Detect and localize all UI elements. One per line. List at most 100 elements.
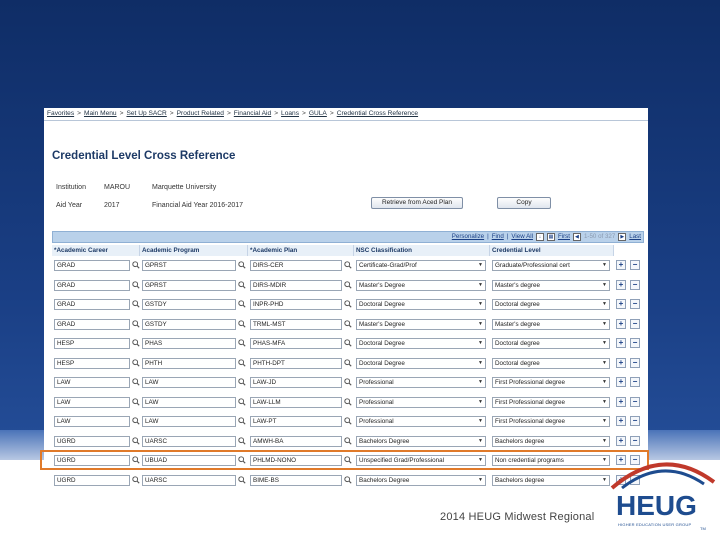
lookup-icon[interactable] [344, 339, 352, 347]
add-row-button[interactable]: + [616, 299, 626, 309]
program-input[interactable]: PHTH [142, 357, 236, 369]
add-row-button[interactable]: + [616, 260, 626, 270]
last-link[interactable]: Last [629, 233, 641, 241]
credential-level-select[interactable]: Master's degree ▼ [492, 279, 610, 291]
career-input[interactable]: GRAD [54, 299, 130, 310]
lookup-icon[interactable] [344, 280, 352, 289]
next-page-icon[interactable]: ▶ [618, 233, 627, 241]
delete-row-button[interactable]: − [630, 260, 640, 270]
program-input[interactable]: LAW [142, 416, 236, 427]
plan-input[interactable]: PHLMD-NONO [250, 455, 342, 466]
plan-input[interactable]: DIRS-MDIR [250, 279, 342, 291]
nsc-select[interactable]: Master's Degree ▼ [356, 318, 486, 330]
add-row-button[interactable]: + [616, 416, 626, 426]
program-input[interactable]: UBUAD [142, 455, 236, 466]
program-input[interactable]: GSTDY [142, 299, 236, 310]
plan-input[interactable]: BIME-BS [250, 474, 342, 486]
career-input[interactable]: UGRD [54, 474, 130, 486]
nsc-select[interactable]: Master's Degree ▼ [356, 279, 486, 291]
lookup-icon[interactable] [344, 319, 352, 328]
lookup-icon[interactable] [344, 436, 352, 445]
lookup-icon[interactable] [238, 319, 246, 328]
lookup-icon[interactable] [238, 436, 246, 445]
plan-input[interactable]: LAW-PT [250, 416, 342, 427]
career-input[interactable]: UGRD [54, 455, 130, 466]
program-input[interactable]: GPRST [142, 260, 236, 271]
copy-button[interactable]: Copy [497, 197, 551, 209]
prev-page-icon[interactable]: ◀ [572, 233, 581, 241]
delete-row-button[interactable]: − [630, 338, 640, 348]
lookup-icon[interactable] [344, 475, 352, 484]
nsc-select[interactable]: Bachelors Degree ▼ [356, 435, 486, 447]
credential-level-select[interactable]: Doctoral degree ▼ [492, 357, 610, 369]
plan-input[interactable]: LAW-LLM [250, 396, 342, 408]
col-academic-plan[interactable]: *Academic Plan [248, 245, 354, 256]
lookup-icon[interactable] [344, 358, 352, 367]
nsc-select[interactable]: Bachelors Degree ▼ [356, 474, 486, 486]
add-row-button[interactable]: + [616, 377, 626, 387]
lookup-icon[interactable] [238, 475, 246, 484]
program-input[interactable]: PHAS [142, 338, 236, 349]
lookup-icon[interactable] [238, 261, 246, 269]
col-academic-program[interactable]: Academic Program [140, 245, 248, 256]
breadcrumb-item[interactable]: Loans [281, 110, 299, 120]
plan-input[interactable]: PHAS-MFA [250, 338, 342, 349]
career-input[interactable]: LAW [54, 416, 130, 427]
lookup-icon[interactable] [132, 456, 140, 464]
plan-input[interactable]: TRML-MST [250, 318, 342, 330]
lookup-icon[interactable] [344, 417, 352, 425]
nsc-select[interactable]: Unspecified Grad/Professional ▼ [356, 455, 486, 466]
credential-level-select[interactable]: Non credential programs ▼ [492, 455, 610, 466]
col-academic-career[interactable]: *Academic Career [52, 245, 140, 256]
add-row-button[interactable]: + [616, 396, 626, 407]
retrieve-button[interactable]: Retrieve from Aced Plan [371, 197, 463, 209]
lookup-icon[interactable] [132, 280, 140, 289]
first-link[interactable]: First [558, 233, 570, 241]
career-input[interactable]: LAW [54, 396, 130, 408]
lookup-icon[interactable] [132, 319, 140, 328]
program-input[interactable]: GPRST [142, 279, 236, 291]
lookup-icon[interactable] [344, 261, 352, 269]
plan-input[interactable]: AMWH-BA [250, 435, 342, 447]
career-input[interactable]: LAW [54, 377, 130, 388]
breadcrumb-item[interactable]: Favorites [47, 110, 74, 120]
delete-row-button[interactable]: − [630, 416, 640, 426]
lookup-icon[interactable] [238, 417, 246, 425]
career-input[interactable]: UGRD [54, 435, 130, 447]
credential-level-select[interactable]: First Professional degree ▼ [492, 416, 610, 427]
find-link[interactable]: Find [492, 233, 504, 241]
career-input[interactable]: GRAD [54, 279, 130, 291]
program-input[interactable]: UARSC [142, 435, 236, 447]
lookup-icon[interactable] [238, 378, 246, 386]
nsc-select[interactable]: Doctoral Degree ▼ [356, 338, 486, 349]
lookup-icon[interactable] [132, 358, 140, 367]
col-nsc-classification[interactable]: NSC Classification [354, 245, 490, 256]
career-input[interactable]: GRAD [54, 260, 130, 271]
nsc-select[interactable]: Professional ▼ [356, 377, 486, 388]
credential-level-select[interactable]: First Professional degree ▼ [492, 396, 610, 408]
lookup-icon[interactable] [344, 378, 352, 386]
lookup-icon[interactable] [132, 300, 140, 308]
breadcrumb-item[interactable]: Financial Aid [234, 110, 271, 120]
nsc-select[interactable]: Professional ▼ [356, 416, 486, 427]
breadcrumb-item[interactable]: Product Related [177, 110, 224, 120]
lookup-icon[interactable] [344, 456, 352, 464]
lookup-icon[interactable] [132, 378, 140, 386]
delete-row-button[interactable]: − [630, 318, 640, 329]
plan-input[interactable]: DIRS-CER [250, 260, 342, 271]
grid-icon[interactable]: ▦ [546, 233, 555, 241]
lookup-icon[interactable] [344, 300, 352, 308]
lookup-icon[interactable] [238, 456, 246, 464]
download-icon[interactable]: ↓ [535, 233, 544, 241]
delete-row-button[interactable]: − [630, 377, 640, 387]
lookup-icon[interactable] [238, 339, 246, 347]
delete-row-button[interactable]: − [630, 435, 640, 446]
lookup-icon[interactable] [132, 397, 140, 406]
nsc-select[interactable]: Professional ▼ [356, 396, 486, 408]
credential-level-select[interactable]: First Professional degree ▼ [492, 377, 610, 388]
personalize-link[interactable]: Personalize [452, 233, 484, 241]
breadcrumb-item[interactable]: Main Menu [84, 110, 117, 120]
plan-input[interactable]: INPR-PHD [250, 299, 342, 310]
credential-level-select[interactable]: Graduate/Professional cert ▼ [492, 260, 610, 271]
career-input[interactable]: HESP [54, 338, 130, 349]
